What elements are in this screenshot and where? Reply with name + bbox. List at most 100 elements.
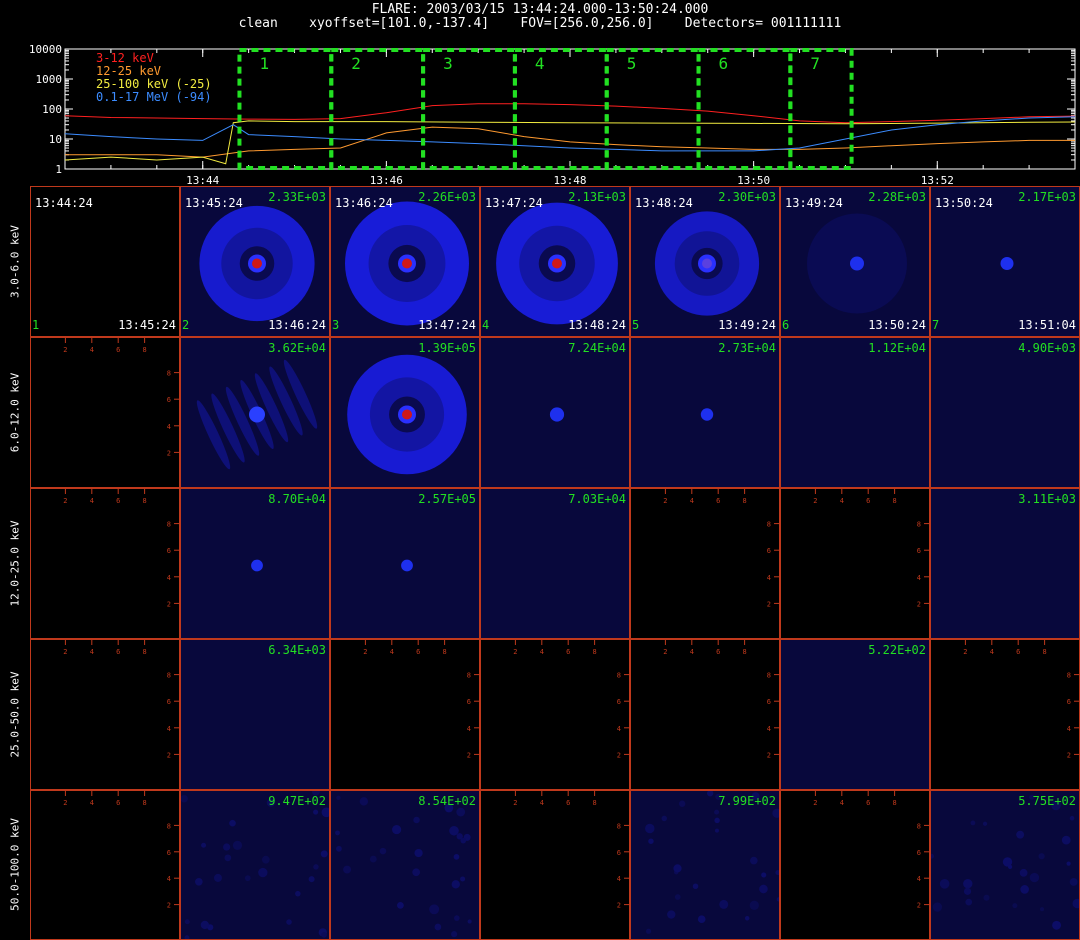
image-cell: 7.03E+04	[480, 488, 630, 639]
empty-y-tick-label: 2	[1067, 751, 1071, 759]
image-background	[181, 791, 329, 939]
noise-blob	[697, 915, 706, 924]
peak-value: 2.13E+03	[568, 190, 626, 204]
interval-label-3: 3	[443, 54, 453, 73]
noise-blob	[343, 865, 352, 874]
peak-value: 7.99E+02	[718, 794, 776, 808]
noise-blob	[335, 830, 340, 836]
empty-y-tick-label: 6	[767, 698, 771, 706]
row-energy-label: 25.0-50.0 keV	[8, 670, 22, 758]
empty-x-tick-label: 8	[142, 799, 146, 807]
peak-value: 5.75E+02	[1018, 794, 1076, 808]
empty-x-tick-label: 6	[716, 497, 720, 505]
noise-blob	[749, 900, 759, 910]
noise-blob	[761, 872, 767, 878]
image-cell: 7.99E+02	[630, 790, 780, 940]
noise-blob	[413, 816, 420, 824]
xray-image	[631, 791, 779, 939]
xray-image	[781, 640, 929, 789]
empty-x-tick-label: 2	[63, 648, 67, 656]
empty-panel-axes: 2 2 4 4 6 6 8 8	[513, 791, 629, 910]
row-energy-label: 12.0-25.0 keV	[8, 519, 22, 607]
image-cell: 9.47E+02	[180, 790, 330, 940]
empty-y-tick-label: 6	[467, 698, 471, 706]
image-cell: 2.28E+03 13:49:24 13:50:24 6	[780, 186, 930, 337]
image-cell: 8.54E+02	[330, 790, 480, 940]
peak-value: 2.57E+05	[418, 492, 476, 506]
noise-blob	[714, 817, 720, 824]
noise-blob	[449, 825, 459, 836]
noise-blob	[970, 820, 976, 826]
peak-value: 2.17E+03	[1018, 190, 1076, 204]
empty-panel-axes: 2 2 4 4 6 6 8 8	[63, 791, 179, 910]
empty-x-tick-label: 6	[116, 648, 120, 656]
legend-entry: 12-25 keV	[96, 64, 161, 78]
noise-blob	[213, 873, 222, 882]
empty-y-tick-label: 8	[617, 822, 621, 830]
empty-y-tick-label: 2	[167, 902, 171, 910]
empty-x-tick-label: 2	[513, 648, 517, 656]
y-tick-label: 10	[49, 133, 62, 146]
image-cell: 2 2 4 4 6 6 8 8	[30, 488, 180, 639]
empty-x-tick-label: 2	[813, 497, 817, 505]
y-tick-label: 1	[55, 163, 62, 176]
source-core	[401, 559, 413, 572]
start-time-label: 13:44:24	[35, 196, 93, 210]
x-tick-label: 13:52	[921, 174, 954, 186]
end-time-label: 13:46:24	[268, 318, 326, 332]
xray-image	[181, 791, 329, 939]
empty-y-tick-label: 4	[167, 423, 171, 431]
image-cell: 2.33E+03 13:45:24 13:46:24 2	[180, 186, 330, 337]
interval-box-3	[421, 48, 517, 170]
interval-label-4: 4	[535, 54, 545, 73]
series-line-1	[64, 103, 1076, 124]
lightcurve-frame	[64, 48, 1076, 170]
noise-blob	[460, 876, 466, 882]
empty-y-tick-label: 8	[917, 822, 921, 830]
flare-title: FLARE: 2003/03/15 13:44:24.000-13:50:24.…	[371, 2, 709, 17]
noise-blob	[453, 915, 460, 921]
empty-x-tick-label: 2	[63, 346, 67, 354]
empty-y-tick-label: 2	[767, 751, 771, 759]
empty-y-tick-label: 4	[167, 725, 171, 733]
peak-value: 6.34E+03	[268, 643, 326, 657]
noise-blob	[692, 883, 699, 890]
start-time-label: 13:50:24	[935, 196, 993, 210]
empty-y-tick-label: 6	[917, 547, 921, 555]
peak-value: 2.73E+04	[718, 341, 776, 355]
empty-y-tick-label: 6	[1067, 698, 1071, 706]
x-tick-label: 13:44	[186, 174, 219, 186]
interval-index: 6	[782, 318, 790, 332]
image-background	[181, 640, 329, 789]
empty-x-tick-label: 6	[566, 799, 570, 807]
noise-blob	[414, 848, 423, 858]
empty-x-tick-label: 4	[840, 497, 844, 505]
image-cell: 3.62E+04	[180, 337, 330, 488]
noise-blob	[232, 840, 243, 850]
end-time-label: 13:50:24	[868, 318, 926, 332]
noise-blob	[714, 809, 720, 815]
image-cell: 2 2 4 4 6 6 8 8	[780, 488, 930, 639]
peak-value: 7.03E+04	[568, 492, 626, 506]
peak-value: 8.54E+02	[418, 794, 476, 808]
noise-blob	[369, 855, 377, 863]
noise-blob	[336, 795, 341, 800]
end-time-label: 13:47:24	[418, 318, 476, 332]
source-peak	[402, 258, 412, 269]
noise-blob	[460, 837, 467, 844]
noise-blob	[456, 807, 466, 817]
source-core	[251, 559, 263, 572]
empty-y-tick-label: 4	[917, 875, 921, 883]
xray-image	[481, 338, 629, 487]
empty-panel-axes: 2 2 4 4 6 6 8 8	[963, 640, 1079, 759]
start-time-label: 13:49:24	[785, 196, 843, 210]
source-core	[1000, 257, 1014, 270]
end-time-label: 13:45:24	[118, 318, 176, 332]
image-cell: 2 2 4 4 6 6 8 8	[30, 639, 180, 790]
image-cell: 2.13E+03 13:47:24 13:48:24 4	[480, 186, 630, 337]
noise-blob	[674, 894, 681, 900]
noise-blob	[321, 932, 327, 938]
interval-index: 5	[632, 318, 640, 332]
lightcurve-plot: 1 10 100 1000 10000 13:44 13:46 13:48 13:50 13:52…	[29, 43, 1076, 186]
noise-blob	[313, 864, 319, 870]
